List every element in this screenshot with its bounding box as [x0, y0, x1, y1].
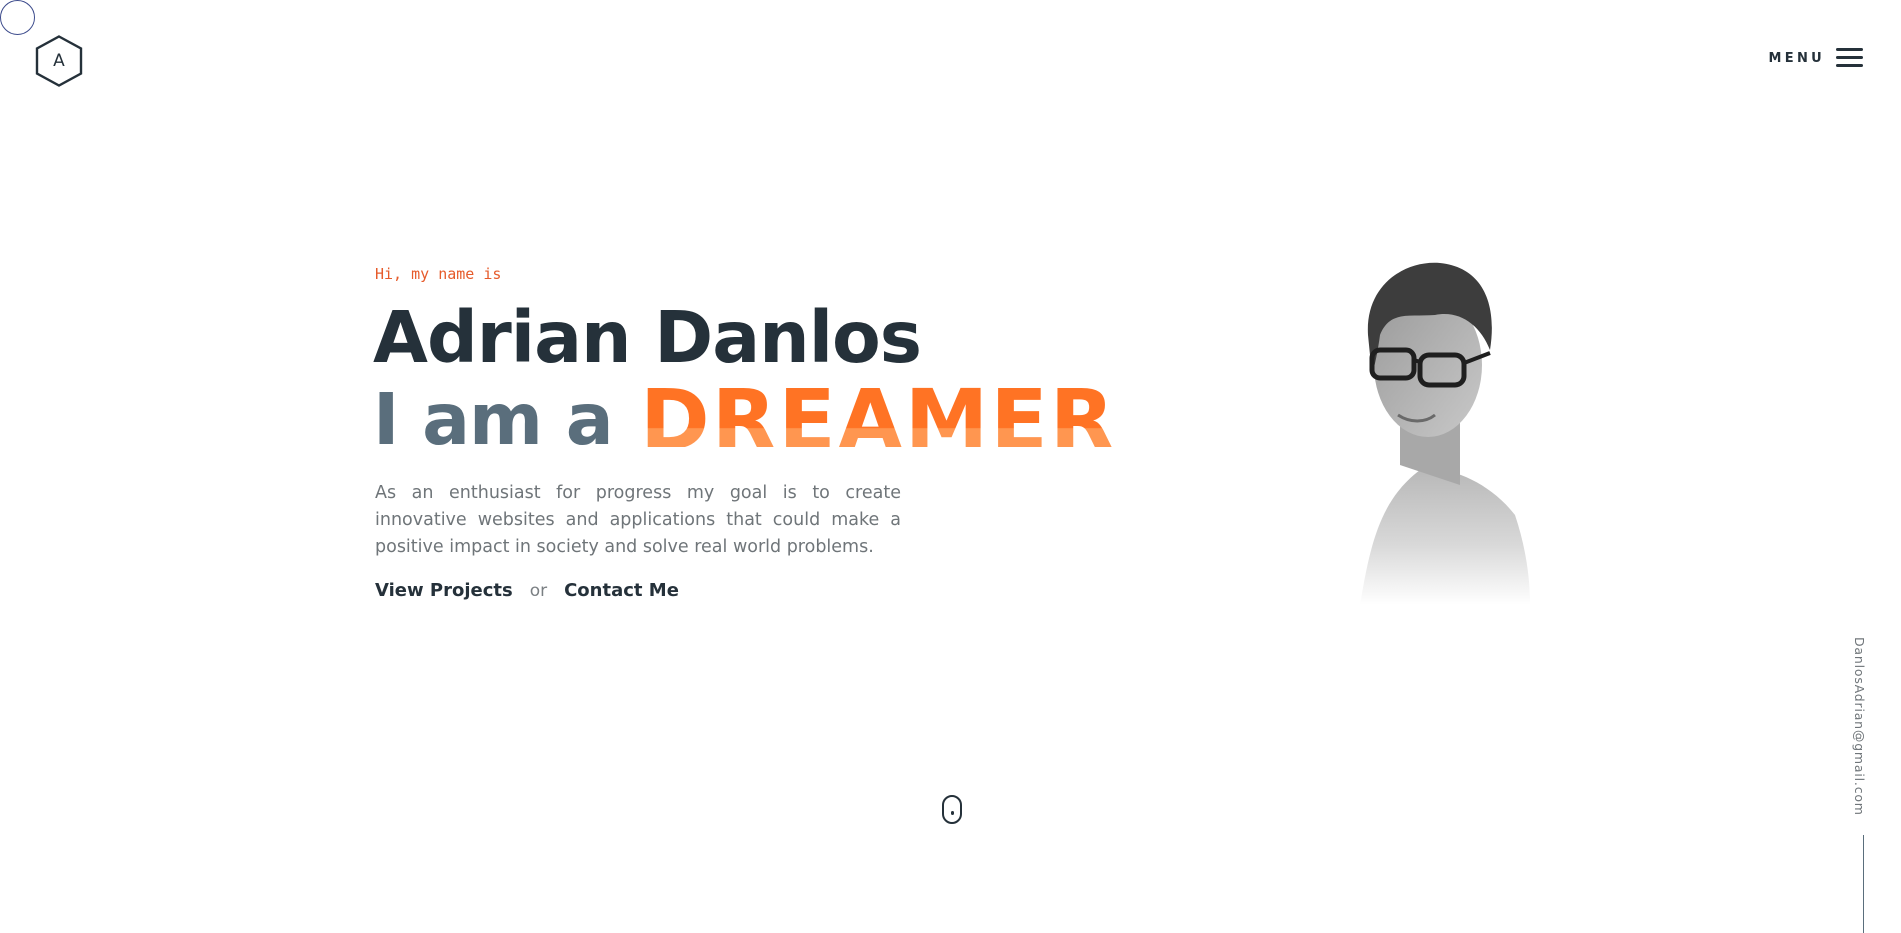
contact-me-link[interactable]: Contact Me	[564, 580, 679, 601]
portrait-image	[1360, 262, 1530, 605]
side-divider-line	[1863, 835, 1864, 933]
view-projects-link[interactable]: View Projects	[375, 580, 513, 601]
role-text: DREAMER	[640, 372, 1116, 447]
hamburger-icon	[1836, 48, 1863, 68]
hero-name: Adrian Danlos	[373, 296, 922, 379]
logo-letter: A	[53, 51, 65, 71]
role-container: DREAMER	[640, 372, 1160, 447]
iam-prefix: I am a	[373, 378, 614, 461]
email-link[interactable]: DanlosAdrian@gmail.com	[1852, 637, 1872, 817]
hero-description: As an enthusiast for progress my goal is…	[375, 483, 901, 557]
scroll-wheel	[951, 811, 954, 815]
or-separator: or	[529, 581, 548, 601]
scroll-mouse-icon[interactable]	[942, 795, 962, 824]
menu-label: MENU	[1768, 50, 1825, 66]
cursor-ring	[0, 0, 35, 35]
menu-button[interactable]: MENU	[1769, 48, 1863, 68]
hero-actions: View Projects or Contact Me	[375, 580, 679, 601]
logo[interactable]: A	[35, 35, 83, 87]
greeting-text: Hi, my name is	[375, 265, 502, 283]
email-text: DanlosAdrian@gmail.com	[1852, 637, 1867, 816]
